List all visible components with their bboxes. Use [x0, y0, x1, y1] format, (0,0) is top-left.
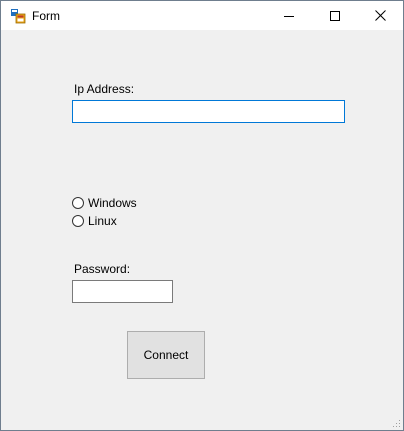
- connect-button[interactable]: Connect: [127, 331, 205, 379]
- radio-windows[interactable]: Windows: [72, 195, 137, 211]
- radio-linux-label[interactable]: Linux: [88, 214, 117, 229]
- radio-windows-label[interactable]: Windows: [88, 196, 137, 211]
- maximize-button[interactable]: [312, 1, 358, 30]
- ip-address-input[interactable]: [72, 100, 345, 123]
- close-button[interactable]: [357, 1, 403, 30]
- maximize-icon: [330, 10, 340, 21]
- ip-address-label: Ip Address:: [74, 82, 135, 96]
- radio-linux[interactable]: Linux: [72, 213, 117, 229]
- size-grip-icon[interactable]: [391, 418, 401, 428]
- window-title: Form: [32, 9, 60, 23]
- form-client-area: Ip Address: Windows Linux Password: Conn…: [1, 30, 403, 430]
- winforms-app-icon: [11, 9, 26, 24]
- close-icon: [374, 10, 386, 21]
- radio-button-circle[interactable]: [72, 215, 84, 227]
- password-label: Password:: [74, 262, 131, 276]
- minimize-button[interactable]: [266, 1, 312, 30]
- minimize-icon: [284, 15, 294, 17]
- title-bar[interactable]: Form: [1, 1, 403, 30]
- password-input[interactable]: [72, 280, 173, 303]
- radio-button-circle[interactable]: [72, 197, 84, 209]
- form-window: Form Ip Address: Windows Linux Password:…: [0, 0, 404, 431]
